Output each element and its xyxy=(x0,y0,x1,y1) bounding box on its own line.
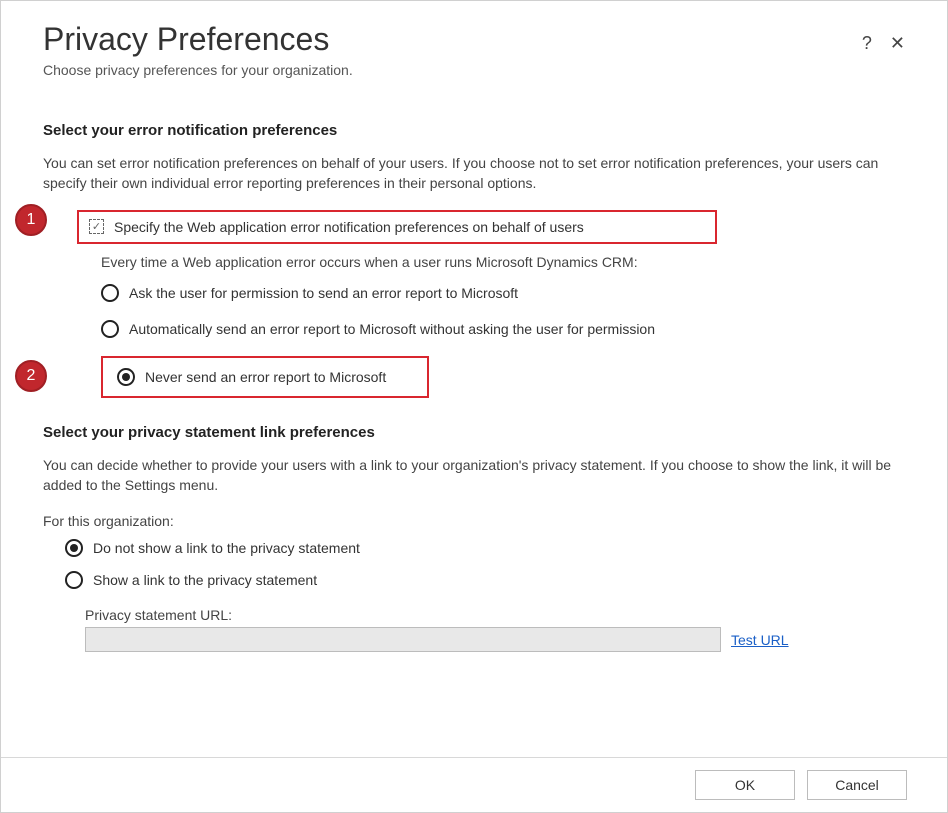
url-label: Privacy statement URL: xyxy=(85,607,905,623)
ok-button[interactable]: OK xyxy=(695,770,795,800)
specify-checkbox-row[interactable]: ✓ Specify the Web application error noti… xyxy=(77,210,717,244)
radio-never-label: Never send an error report to Microsoft xyxy=(145,369,386,385)
radio-icon[interactable] xyxy=(101,320,119,338)
radio-icon[interactable] xyxy=(117,368,135,386)
checkbox-icon[interactable]: ✓ xyxy=(89,219,104,234)
for-org-label: For this organization: xyxy=(43,513,905,529)
error-section-heading: Select your error notification preferenc… xyxy=(43,122,905,139)
radio-icon[interactable] xyxy=(65,539,83,557)
cancel-button[interactable]: Cancel xyxy=(807,770,907,800)
error-sub-text: Every time a Web application error occur… xyxy=(101,254,905,270)
annotation-badge-1: 1 xyxy=(15,204,47,236)
radio-no-show-label: Do not show a link to the privacy statem… xyxy=(93,540,360,556)
dialog-footer: OK Cancel xyxy=(1,757,947,812)
radio-auto[interactable]: Automatically send an error report to Mi… xyxy=(101,320,905,338)
privacy-url-input[interactable] xyxy=(85,627,721,652)
radio-no-show[interactable]: Do not show a link to the privacy statem… xyxy=(65,539,905,557)
privacy-section-desc: You can decide whether to provide your u… xyxy=(43,455,905,496)
specify-checkbox-label: Specify the Web application error notifi… xyxy=(114,219,584,235)
radio-never[interactable]: Never send an error report to Microsoft xyxy=(103,358,427,396)
privacy-section-heading: Select your privacy statement link prefe… xyxy=(43,424,905,441)
test-url-link[interactable]: Test URL xyxy=(731,632,789,648)
error-section-desc: You can set error notification preferenc… xyxy=(43,153,905,194)
page-title: Privacy Preferences xyxy=(43,21,353,58)
radio-auto-label: Automatically send an error report to Mi… xyxy=(129,321,655,337)
radio-ask[interactable]: Ask the user for permission to send an e… xyxy=(101,284,905,302)
radio-icon[interactable] xyxy=(65,571,83,589)
help-icon[interactable]: ? xyxy=(862,33,872,54)
page-subtitle: Choose privacy preferences for your orga… xyxy=(43,62,353,78)
annotation-badge-2: 2 xyxy=(15,360,47,392)
radio-ask-label: Ask the user for permission to send an e… xyxy=(129,285,518,301)
radio-icon[interactable] xyxy=(101,284,119,302)
close-icon[interactable]: ✕ xyxy=(890,33,905,54)
radio-show-label: Show a link to the privacy statement xyxy=(93,572,317,588)
radio-show[interactable]: Show a link to the privacy statement xyxy=(65,571,905,589)
